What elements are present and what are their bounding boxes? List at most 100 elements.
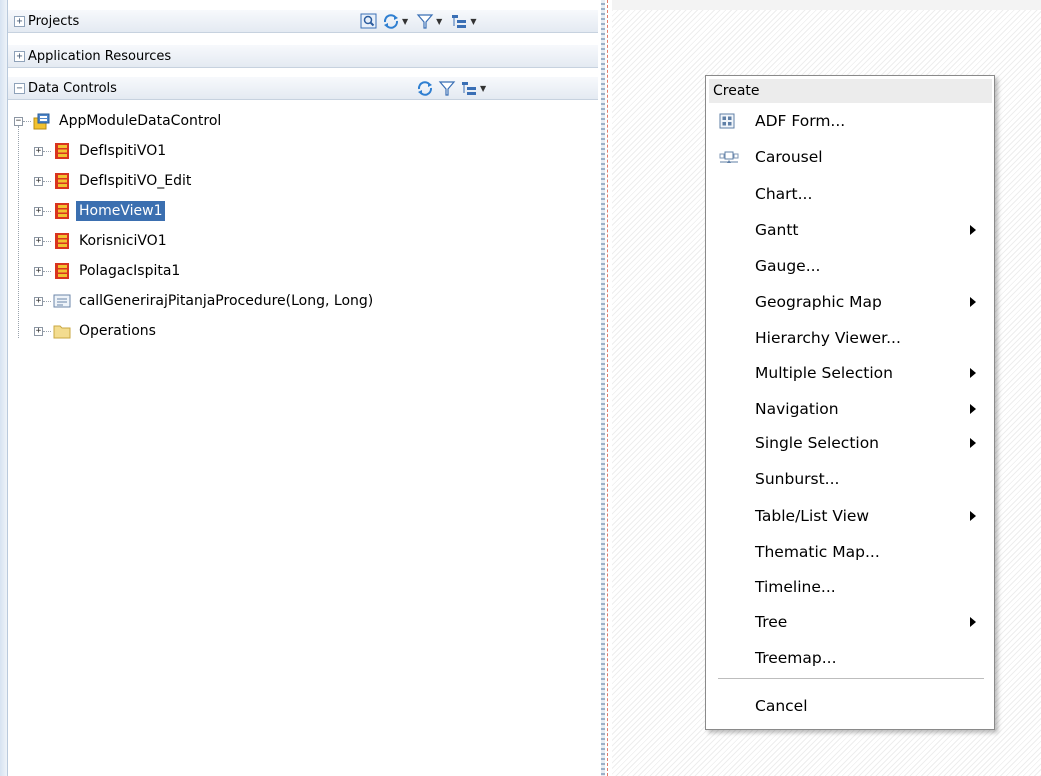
tree-connector xyxy=(43,210,51,212)
tree-connector xyxy=(43,240,51,242)
method-icon xyxy=(53,292,71,310)
view-object-icon xyxy=(53,202,71,220)
filter-icon[interactable] xyxy=(416,13,434,30)
tree-node-label: KorisniciVO1 xyxy=(79,233,167,249)
hierarchy-icon[interactable] xyxy=(460,80,478,97)
menu-item-sunburst[interactable]: Sunburst... xyxy=(706,463,994,495)
menu-item-timeline[interactable]: Timeline... xyxy=(706,571,994,603)
menu-item-label: Gauge... xyxy=(755,257,821,275)
menu-item-label: Geographic Map xyxy=(755,293,882,311)
tree-node-defispitivo-edit[interactable]: + DefIspitiVO_Edit xyxy=(34,166,376,196)
menu-item-label: Cancel xyxy=(755,697,808,715)
filter-icon[interactable] xyxy=(438,80,456,97)
menu-item-geographic-map[interactable]: Geographic Map xyxy=(706,286,994,318)
tree-expander[interactable]: + xyxy=(34,146,43,156)
menu-item-label: Table/List View xyxy=(755,507,870,525)
menu-item-label: Gantt xyxy=(755,221,799,239)
menu-item-label: Tree xyxy=(755,613,788,631)
submenu-arrow-icon xyxy=(970,297,976,307)
submenu-arrow-icon xyxy=(970,438,976,448)
panel-splitter[interactable] xyxy=(598,0,612,776)
tree-node-label: AppModuleDataControl xyxy=(59,113,222,129)
tree-connector xyxy=(23,120,31,122)
menu-item-cancel[interactable]: Cancel xyxy=(706,690,994,722)
tree-children: + DefIspitiVO1 + DefIspitiVO_Edit + Home… xyxy=(34,136,376,346)
refresh-dropdown-icon[interactable]: ▼ xyxy=(402,17,408,26)
tree-node-homeview1[interactable]: + HomeView1 xyxy=(34,196,376,226)
tree-node-label: PolagacIspita1 xyxy=(79,263,181,279)
menu-item-label: Carousel xyxy=(755,148,823,166)
tree-connector xyxy=(43,180,51,182)
data-controls-collapse-toggle[interactable]: − xyxy=(14,82,25,94)
tree-expander[interactable]: + xyxy=(34,236,43,246)
menu-item-carousel[interactable]: Carousel xyxy=(706,141,994,173)
menu-item-multiple-selection[interactable]: Multiple Selection xyxy=(706,357,994,389)
tree-node-label: DefIspitiVO1 xyxy=(79,143,167,159)
menu-item-hierarchy-viewer[interactable]: Hierarchy Viewer... xyxy=(706,322,994,354)
data-controls-tree: − AppModuleDataControl + DefIspitiVO1 + xyxy=(14,106,373,346)
tree-connector xyxy=(43,270,51,272)
tree-node-procedure[interactable]: + callGenerirajPitanjaProcedure(Long, Lo… xyxy=(34,286,376,316)
menu-item-thematic-map[interactable]: Thematic Map... xyxy=(706,536,994,568)
tree-node-operations[interactable]: + Operations xyxy=(34,316,376,346)
menu-item-label: Sunburst... xyxy=(755,470,840,488)
menu-item-tree[interactable]: Tree xyxy=(706,606,994,638)
canvas-top-strip xyxy=(612,0,1041,10)
hierarchy-dropdown-icon[interactable]: ▼ xyxy=(480,84,486,93)
tree-expander[interactable]: + xyxy=(34,206,43,216)
data-controls-header[interactable]: − Data Controls ▼ xyxy=(8,76,598,100)
splitter-grip[interactable] xyxy=(601,0,605,776)
menu-item-adf-form[interactable]: ADF Form... xyxy=(706,105,994,137)
menu-item-navigation[interactable]: Navigation xyxy=(706,393,994,425)
view-object-icon xyxy=(53,172,71,190)
tree-node-polagacispita1[interactable]: + PolagacIspita1 xyxy=(34,256,376,286)
view-object-icon xyxy=(53,232,71,250)
view-object-icon xyxy=(53,262,71,280)
menu-item-table-list-view[interactable]: Table/List View xyxy=(706,500,994,532)
data-control-icon xyxy=(33,112,51,130)
tree-guide-line xyxy=(18,126,19,338)
tree-node-label: DefIspitiVO_Edit xyxy=(79,173,192,189)
menu-item-label: Thematic Map... xyxy=(755,543,880,561)
menu-item-label: ADF Form... xyxy=(755,112,846,130)
refresh-icon[interactable] xyxy=(382,13,400,30)
menu-item-label: Multiple Selection xyxy=(755,364,893,382)
menu-separator xyxy=(718,678,984,679)
menu-item-gantt[interactable]: Gantt xyxy=(706,214,994,246)
tree-expander[interactable]: − xyxy=(14,116,23,126)
hierarchy-icon[interactable] xyxy=(450,13,468,30)
tree-connector xyxy=(43,330,51,332)
tree-node-defispitivo1[interactable]: + DefIspitiVO1 xyxy=(34,136,376,166)
tree-node-label: callGenerirajPitanjaProcedure(Long, Long… xyxy=(79,293,374,309)
tree-node-korisnicivo1[interactable]: + KorisniciVO1 xyxy=(34,226,376,256)
tree-connector xyxy=(43,150,51,152)
menu-item-single-selection[interactable]: Single Selection xyxy=(706,427,994,459)
submenu-arrow-icon xyxy=(970,617,976,627)
menu-item-gauge[interactable]: Gauge... xyxy=(706,250,994,282)
app-resources-header[interactable]: + Application Resources xyxy=(8,44,598,68)
tree-node-root[interactable]: − AppModuleDataControl xyxy=(14,106,356,136)
filter-dropdown-icon[interactable]: ▼ xyxy=(436,17,442,26)
submenu-arrow-icon xyxy=(970,511,976,521)
projects-header[interactable]: + Projects ▼ ▼ ▼ xyxy=(8,9,598,33)
tree-expander[interactable]: + xyxy=(34,326,43,336)
carousel-icon xyxy=(718,148,739,166)
hierarchy-dropdown-icon[interactable]: ▼ xyxy=(470,17,476,26)
tree-expander[interactable]: + xyxy=(34,296,43,306)
app-resources-expand-toggle[interactable]: + xyxy=(14,50,25,62)
search-icon[interactable] xyxy=(360,13,378,30)
data-controls-toolbar: ▼ xyxy=(416,80,490,97)
tree-node-label: Operations xyxy=(79,323,156,339)
menu-header: Create xyxy=(709,79,992,103)
submenu-arrow-icon xyxy=(970,225,976,235)
projects-expand-toggle[interactable]: + xyxy=(14,15,25,27)
tree-expander[interactable]: + xyxy=(34,176,43,186)
menu-item-chart[interactable]: Chart... xyxy=(706,178,994,210)
tree-connector xyxy=(43,300,51,302)
tree-expander[interactable]: + xyxy=(34,266,43,276)
menu-item-treemap[interactable]: Treemap... xyxy=(706,642,994,674)
data-controls-title: Data Controls xyxy=(28,80,117,96)
refresh-icon[interactable] xyxy=(416,80,434,97)
create-context-menu: Create ADF Form... Carousel Chart... Gan… xyxy=(705,75,995,730)
menu-item-label: Single Selection xyxy=(755,434,880,452)
